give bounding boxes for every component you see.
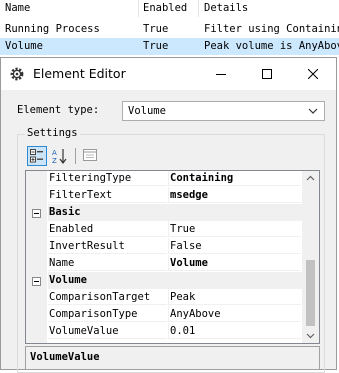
element-type-label: Element type: bbox=[17, 104, 100, 116]
svg-text:A: A bbox=[52, 149, 57, 157]
alphabetical-button[interactable]: A Z bbox=[50, 146, 70, 166]
property-row-filtering-type[interactable]: FilteringType Containing bbox=[26, 171, 301, 187]
settings-label: Settings bbox=[25, 126, 80, 140]
property-name: InvertResult bbox=[48, 238, 167, 254]
minimize-icon bbox=[216, 74, 226, 75]
property-row-invert-result[interactable]: InvertResult False bbox=[26, 238, 301, 255]
property-pages-icon bbox=[83, 149, 97, 161]
property-value[interactable]: msedge bbox=[168, 187, 301, 203]
vertical-scrollbar[interactable] bbox=[302, 171, 319, 343]
column-divider[interactable] bbox=[198, 0, 199, 17]
property-grid: FilteringType Containing FilterText msed… bbox=[25, 170, 320, 344]
property-row-comparison-target[interactable]: ComparisonTarget Peak bbox=[26, 289, 301, 306]
minimize-button[interactable] bbox=[198, 58, 244, 90]
elements-table: Name Enabled Details Running Process Tru… bbox=[0, 0, 339, 56]
table-header: Name Enabled Details bbox=[0, 0, 339, 17]
cell-name: Running Process bbox=[5, 23, 100, 35]
cell-enabled: True bbox=[143, 40, 169, 52]
window-title: Element Editor bbox=[33, 66, 126, 81]
property-pages-button[interactable] bbox=[80, 146, 100, 166]
cell-details: Filter using Containin... bbox=[204, 23, 339, 35]
property-value[interactable]: AnyAbove bbox=[168, 306, 301, 322]
property-name: ComparisonType bbox=[48, 306, 167, 322]
column-header-name[interactable]: Name bbox=[5, 0, 135, 17]
property-row-enabled[interactable]: Enabled True bbox=[26, 221, 301, 238]
property-row-name[interactable]: Name Volume bbox=[26, 255, 301, 272]
table-row[interactable]: Running Process True Filter using Contai… bbox=[0, 21, 339, 38]
category-label: Volume bbox=[48, 272, 302, 289]
property-name: FilterText bbox=[48, 187, 167, 203]
categorized-icon bbox=[30, 149, 43, 163]
property-name: ComparisonTarget bbox=[48, 289, 167, 305]
gear-icon bbox=[9, 66, 25, 82]
cell-details: Peak volume is AnyAbov... bbox=[204, 40, 339, 52]
property-value[interactable]: 0.01 bbox=[168, 323, 301, 339]
toolbar-divider bbox=[75, 148, 76, 164]
description-title: VolumeValue bbox=[30, 351, 100, 363]
property-value[interactable]: True bbox=[168, 221, 301, 237]
property-grid-toolbar: A Z bbox=[23, 146, 323, 168]
cell-enabled: True bbox=[143, 23, 169, 35]
property-value[interactable]: Containing bbox=[168, 171, 301, 186]
property-value[interactable]: Volume bbox=[168, 255, 301, 271]
category-volume[interactable]: Volume bbox=[26, 272, 302, 289]
property-name: Enabled bbox=[48, 221, 167, 237]
property-value[interactable]: Peak bbox=[168, 289, 301, 305]
property-name: Name bbox=[48, 255, 167, 271]
collapse-icon[interactable] bbox=[32, 209, 41, 218]
cell-name: Volume bbox=[5, 40, 43, 52]
property-value[interactable]: False bbox=[168, 238, 301, 254]
title-bar[interactable]: Element Editor bbox=[1, 58, 336, 90]
element-type-dropdown[interactable]: Volume bbox=[122, 101, 325, 121]
chevron-down-icon bbox=[308, 108, 318, 114]
close-button[interactable] bbox=[290, 58, 336, 90]
column-header-details[interactable]: Details bbox=[204, 0, 339, 17]
property-description-panel: VolumeValue bbox=[25, 346, 320, 370]
category-label: Basic bbox=[48, 204, 302, 221]
maximize-icon bbox=[262, 69, 272, 79]
property-row-filter-text[interactable]: FilterText msedge bbox=[26, 187, 301, 204]
element-type-value: Volume bbox=[128, 105, 166, 117]
property-name: VolumeValue bbox=[48, 323, 167, 339]
scroll-down-icon[interactable] bbox=[306, 333, 315, 339]
property-name: FilteringType bbox=[48, 171, 167, 186]
scrollbar-thumb[interactable] bbox=[306, 260, 315, 326]
element-editor-window: Element Editor Element type: Volume Sett… bbox=[0, 57, 337, 373]
close-icon bbox=[308, 69, 318, 79]
property-row-volume-value[interactable]: VolumeValue 0.01 bbox=[26, 323, 301, 340]
table-row-selected[interactable]: Volume True Peak volume is AnyAbov... bbox=[0, 38, 339, 55]
categorized-button[interactable] bbox=[27, 146, 47, 166]
column-divider[interactable] bbox=[138, 0, 139, 17]
scroll-up-icon[interactable] bbox=[306, 175, 315, 181]
sort-az-icon: A Z bbox=[52, 149, 67, 164]
category-basic[interactable]: Basic bbox=[26, 204, 302, 221]
property-row-comparison-type[interactable]: ComparisonType AnyAbove bbox=[26, 306, 301, 323]
svg-text:Z: Z bbox=[52, 157, 57, 164]
maximize-button[interactable] bbox=[244, 58, 290, 90]
column-header-enabled[interactable]: Enabled bbox=[143, 0, 197, 17]
collapse-icon[interactable] bbox=[32, 277, 41, 286]
